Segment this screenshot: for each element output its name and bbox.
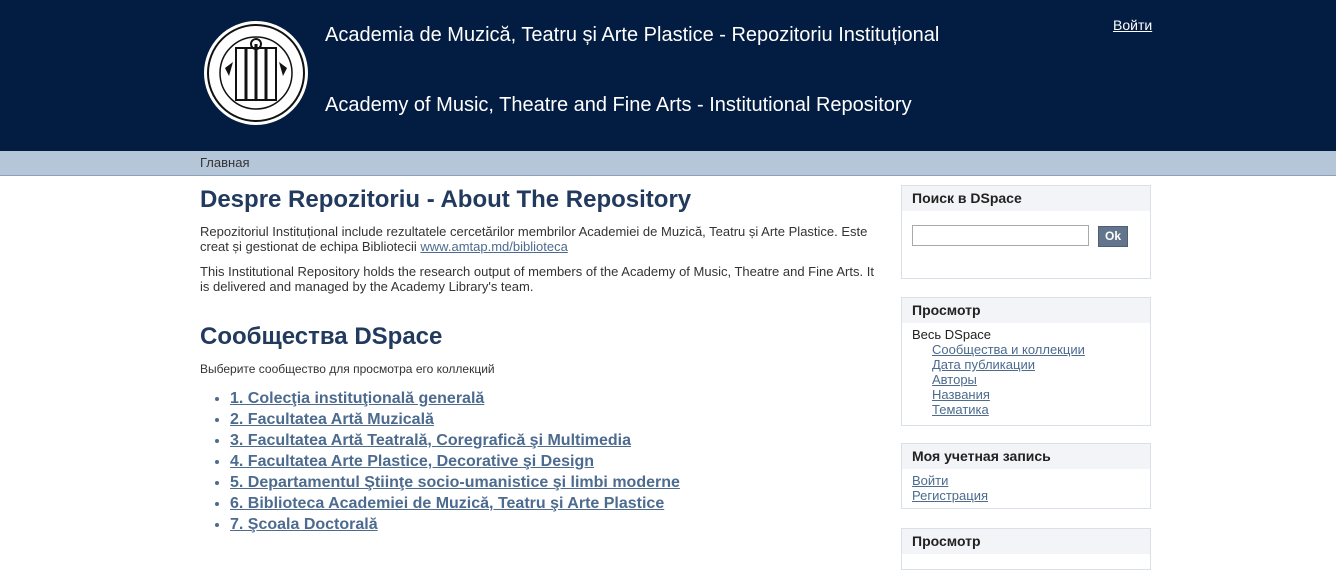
browse-links: Сообщества и коллекции Дата публикации А… [932,342,1085,417]
community-link[interactable]: 5. Departamentul Ştiinţe socio-umanistic… [230,474,680,491]
account-panel-title: Моя учетная запись [902,444,1150,469]
about-ro-paragraph: Repozitoriul Instituțional include rezul… [200,224,880,254]
communities-list: 1. Colecţia instituţională generală 2. F… [200,388,680,535]
main-content: Despre Repozitoriu - About The Repositor… [200,186,880,533]
about-en-paragraph: This Institutional Repository holds the … [200,264,874,294]
site-title-en: Academy of Music, Theatre and Fine Arts … [325,94,912,116]
community-link[interactable]: 1. Colecţia instituţională generală [230,390,484,407]
breadcrumb: Главная [0,151,1336,176]
browse-authors-link[interactable]: Авторы [932,372,1085,387]
browse-panel-secondary: Просмотр [901,528,1151,570]
search-input[interactable] [912,225,1089,246]
communities-heading: Сообщества DSpace [200,323,443,350]
community-link[interactable]: 3. Facultatea Artă Teatrală, Coregrafică… [230,432,631,449]
search-panel-title: Поиск в DSpace [902,186,1150,211]
community-link[interactable]: 6. Biblioteca Academiei de Muzică, Teatr… [230,495,664,512]
site-header: Academia de Muzică, Teatru și Arte Plast… [0,0,1336,151]
community-item: 3. Facultatea Artă Teatrală, Coregrafică… [230,430,680,451]
browse-panel-secondary-title: Просмотр [902,529,1150,554]
library-link[interactable]: www.amtap.md/biblioteca [420,239,567,254]
community-link[interactable]: 4. Facultatea Arte Plastice, Decorative … [230,453,594,470]
search-ok-button[interactable]: Ok [1098,226,1128,247]
community-item: 2. Facultatea Artă Muzicală [230,409,680,430]
community-item: 7. Şcoala Doctorală [230,514,680,535]
community-item: 6. Biblioteca Academiei de Muzică, Teatr… [230,493,680,514]
browse-panel: Просмотр Весь DSpace Сообщества и коллек… [901,297,1151,426]
site-title-ro: Academia de Muzică, Teatru și Arte Plast… [325,24,940,46]
communities-hint: Выберите сообщество для просмотра его ко… [200,362,495,376]
account-links: Войти Регистрация [912,473,988,503]
search-panel: Поиск в DSpace Ok [901,185,1151,279]
browse-titles-link[interactable]: Названия [932,387,1085,402]
browse-communities-link[interactable]: Сообщества и коллекции [932,342,1085,357]
community-item: 1. Colecţia instituţională generală [230,388,680,409]
browse-panel-title: Просмотр [902,298,1150,323]
browse-all-dspace: Весь DSpace [912,327,992,342]
community-link[interactable]: 7. Şcoala Doctorală [230,516,378,533]
page-title: Despre Repozitoriu - About The Repositor… [200,186,692,213]
community-link[interactable]: 2. Facultatea Artă Muzicală [230,411,434,428]
browse-subjects-link[interactable]: Тематика [932,402,1085,417]
community-item: 4. Facultatea Arte Plastice, Decorative … [230,451,680,472]
breadcrumb-home[interactable]: Главная [200,155,249,170]
account-register-link[interactable]: Регистрация [912,488,988,503]
browse-date-link[interactable]: Дата публикации [932,357,1085,372]
community-item: 5. Departamentul Ştiinţe socio-umanistic… [230,472,680,493]
account-panel: Моя учетная запись Войти Регистрация [901,443,1151,509]
academy-seal-logo [204,21,308,125]
header-login-link[interactable]: Войти [1113,17,1152,33]
account-login-link[interactable]: Войти [912,473,988,488]
